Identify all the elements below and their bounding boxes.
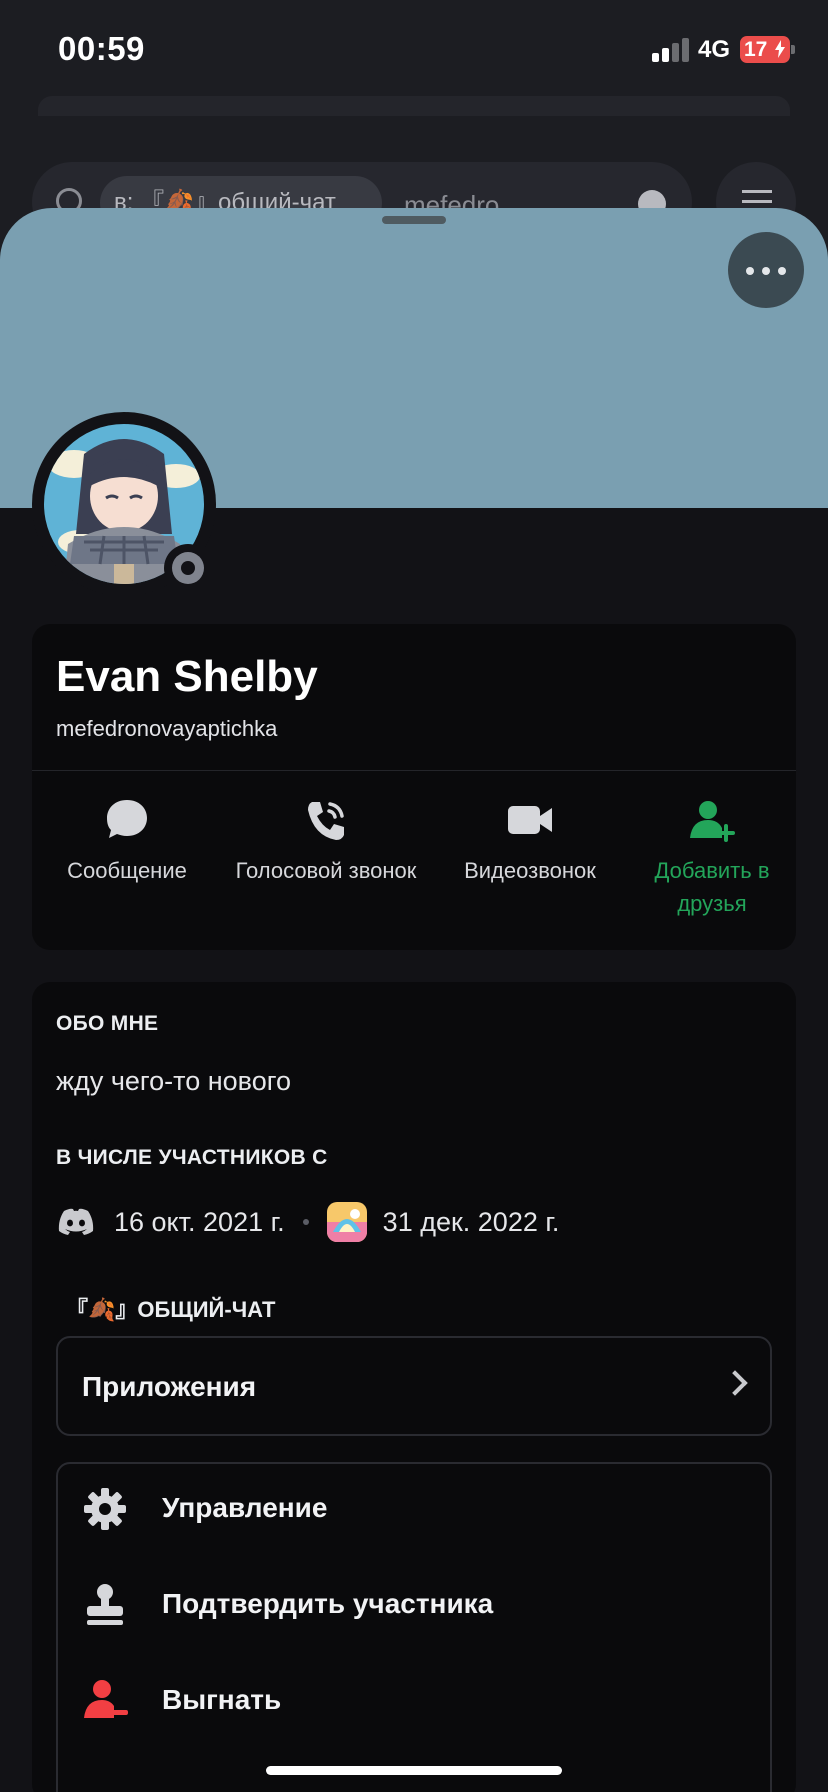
verify-member-menu-item[interactable]: Подтвердить участника — [58, 1564, 774, 1644]
apps-label: Приложения — [82, 1371, 257, 1402]
manage-menu-item[interactable]: Управление — [58, 1468, 774, 1548]
voice-call-icon — [302, 798, 350, 842]
server-icon — [326, 1202, 367, 1242]
moderation-menu: Управление Подтвердить участника Выгнать — [56, 1462, 772, 1792]
add-friend-label: Добавить в друзья — [654, 858, 770, 916]
about-heading: ОБО МНЕ — [56, 1012, 159, 1035]
add-friend-icon — [688, 798, 736, 842]
message-label: Сообщение — [67, 858, 187, 883]
server-name: 『🍂』ОБЩИЙ-ЧАТ — [66, 1297, 276, 1322]
about-card: ОБО МНЕ жду чего-то нового В ЧИСЛЕ УЧАСТ… — [32, 982, 796, 1792]
apps-button[interactable]: Приложения — [56, 1336, 772, 1436]
stamp-icon — [82, 1582, 128, 1628]
add-friend-button[interactable]: Добавить в друзья — [628, 798, 796, 920]
message-button[interactable]: Сообщение — [56, 798, 198, 887]
kick-label: Выгнать — [162, 1684, 282, 1715]
username: mefedronovayaptichka — [56, 716, 278, 741]
battery-level: 17 — [744, 38, 768, 61]
voice-call-label: Голосовой звонок — [235, 858, 417, 883]
offline-status-icon — [172, 552, 204, 584]
member-since-heading: В ЧИСЛЕ УЧАСТНИКОВ С — [56, 1146, 328, 1169]
about-text: жду чего-то нового — [56, 1066, 291, 1096]
chevron-right-icon — [722, 1370, 748, 1396]
gear-icon — [82, 1486, 128, 1532]
sheet-grabber[interactable] — [382, 216, 446, 224]
clock: 00:59 — [58, 30, 145, 67]
network-type: 4G — [698, 36, 731, 63]
server-join-date: 31 дек. 2022 г. — [382, 1206, 560, 1237]
battery-icon: 17 — [740, 36, 790, 63]
more-options-button[interactable] — [728, 232, 804, 308]
kick-menu-item[interactable]: Выгнать — [58, 1660, 774, 1740]
member-since-row: 16 окт. 2021 г. 31 дек. 2022 г. — [56, 1200, 559, 1244]
divider — [32, 770, 796, 771]
home-indicator[interactable] — [266, 1766, 562, 1775]
battery-tip — [791, 45, 795, 54]
message-icon — [103, 798, 151, 842]
kick-user-icon — [82, 1678, 128, 1724]
background-header — [38, 96, 790, 116]
status-bar: 00:59 4G 17 — [0, 0, 828, 100]
manage-label: Управление — [162, 1492, 328, 1523]
verify-member-label: Подтвердить участника — [162, 1588, 494, 1619]
discord-logo-icon — [56, 1207, 96, 1237]
profile-sheet: Evan Shelby mefedronovayaptichka Сообщен… — [0, 208, 828, 1792]
separator-dot — [302, 1219, 309, 1225]
voice-call-button[interactable]: Голосовой звонок — [216, 798, 436, 887]
display-name: Evan Shelby — [56, 652, 318, 701]
video-call-label: Видеозвонок — [464, 858, 596, 883]
video-call-button[interactable]: Видеозвонок — [430, 798, 630, 887]
discord-join-date: 16 окт. 2021 г. — [114, 1206, 285, 1237]
signal-icon — [652, 38, 690, 62]
video-call-icon — [506, 798, 554, 842]
user-info-card: Evan Shelby mefedronovayaptichka Сообщен… — [32, 624, 796, 950]
